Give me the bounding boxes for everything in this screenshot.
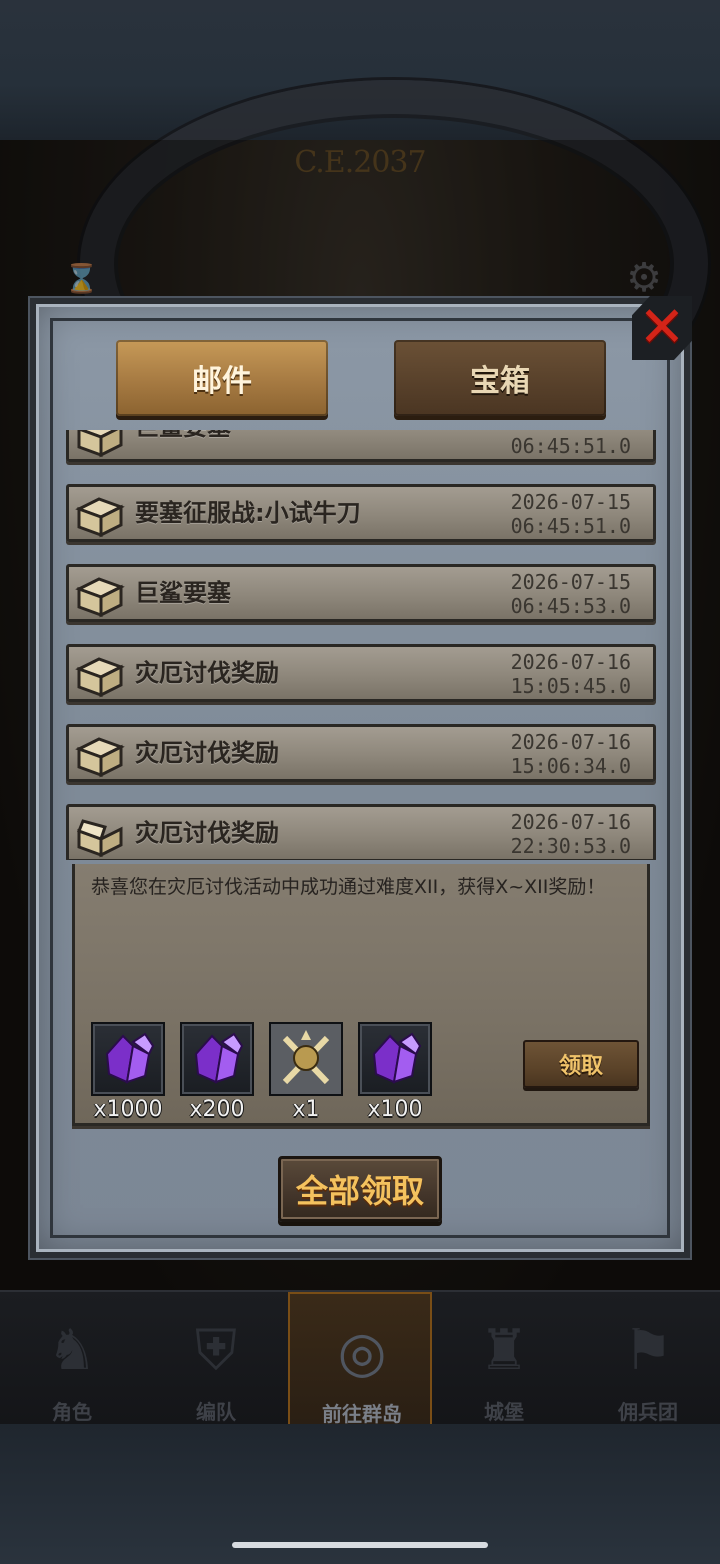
close-icon: ✕ xyxy=(638,295,686,360)
nav-label: 角色 xyxy=(52,1400,92,1424)
reward-count: x1 xyxy=(292,1097,320,1122)
claim-button[interactable]: 领取 xyxy=(523,1040,639,1088)
nav-item-castle[interactable]: ♜ 城堡 xyxy=(432,1292,576,1426)
open-chest-icon xyxy=(77,819,123,858)
reward-frame xyxy=(269,1022,343,1096)
reward-item[interactable]: x1000 xyxy=(91,1022,165,1122)
mail-time: 15:05:45.0 xyxy=(510,674,631,698)
purple-crystal-icon xyxy=(105,1032,155,1084)
ship-icon: ⚑ xyxy=(622,1318,674,1383)
reward-count: x1000 xyxy=(93,1097,163,1122)
reward-frame xyxy=(180,1022,254,1096)
mail-list[interactable]: 巨鲨要塞 06:45:51.0 要塞征服战:小试牛刀 2026-07-15 06… xyxy=(66,430,656,860)
mail-time: 06:45:51.0 xyxy=(510,514,631,538)
nav-label: 佣兵团 xyxy=(618,1400,678,1424)
tab-mail[interactable]: 邮件 xyxy=(116,340,328,416)
bottom-nav: ♞ 角色 ⛨ 编队 ◎ 前往群岛 ♜ 城堡 ⚑ 佣兵团 xyxy=(0,1290,720,1426)
mail-title: 要塞征服战:小试牛刀 xyxy=(135,499,361,527)
mail-title: 巨鲨要塞 xyxy=(135,430,231,453)
chest-icon xyxy=(77,430,123,458)
mail-date: 2026-07-15 xyxy=(510,490,631,514)
reward-item[interactable]: x1 xyxy=(269,1022,343,1122)
nav-label: 编队 xyxy=(196,1400,236,1424)
mail-item[interactable]: 巨鲨要塞 2026-07-15 06:45:53.0 xyxy=(66,564,656,622)
mail-date: 2026-07-16 xyxy=(510,810,631,834)
close-button[interactable]: ✕ xyxy=(632,296,692,360)
nav-label: 前往群岛 xyxy=(322,1402,402,1426)
nav-item-character[interactable]: ♞ 角色 xyxy=(0,1292,144,1426)
crossed-swords-emblem-icon xyxy=(271,1024,341,1094)
mail-time: 06:45:51.0 xyxy=(510,434,631,458)
mail-body: 恭喜您在灾厄讨伐活动中成功通过难度XII，获得X~XII奖励！ x1000 x2… xyxy=(72,864,650,1126)
nav-item-islands[interactable]: ◎ 前往群岛 xyxy=(288,1292,432,1426)
mail-item[interactable]: 灾厄讨伐奖励 2026-07-16 15:06:34.0 xyxy=(66,724,656,782)
chest-icon xyxy=(75,577,125,618)
castle-icon: ♜ xyxy=(478,1318,530,1383)
reward-frame xyxy=(91,1022,165,1096)
helmet-icon: ⛨ xyxy=(195,1318,237,1383)
mail-message: 恭喜您在灾厄讨伐活动中成功通过难度XII，获得X~XII奖励！ xyxy=(91,876,606,898)
mail-time: 06:45:53.0 xyxy=(510,594,631,618)
reward-item[interactable]: x200 xyxy=(180,1022,254,1122)
mail-item[interactable]: 巨鲨要塞 06:45:51.0 xyxy=(66,430,656,462)
claim-all-button[interactable]: 全部领取 xyxy=(278,1156,442,1222)
mail-date: 2026-07-16 xyxy=(510,650,631,674)
compass-icon: ◎ xyxy=(337,1320,387,1385)
reward-count: x100 xyxy=(367,1097,423,1122)
mail-title: 灾厄讨伐奖励 xyxy=(135,819,279,847)
knight-icon: ♞ xyxy=(46,1318,98,1383)
purple-crystal-icon xyxy=(372,1032,422,1084)
nav-item-formation[interactable]: ⛨ 编队 xyxy=(144,1292,288,1426)
mail-item[interactable]: 灾厄讨伐奖励 2026-07-16 15:05:45.0 xyxy=(66,644,656,702)
reward-item[interactable]: x100 xyxy=(358,1022,432,1122)
mail-title: 灾厄讨伐奖励 xyxy=(135,659,279,687)
mail-date: 2026-07-16 xyxy=(510,730,631,754)
chest-icon xyxy=(75,657,125,698)
mail-time: 15:06:34.0 xyxy=(510,754,631,778)
tab-chest[interactable]: 宝箱 xyxy=(394,340,606,416)
purple-crystal-icon xyxy=(194,1032,244,1084)
mail-date: 2026-07-15 xyxy=(510,570,631,594)
mail-item-expanded[interactable]: 灾厄讨伐奖励 2026-07-16 22:30:53.0 xyxy=(66,804,656,860)
nav-item-mercenary[interactable]: ⚑ 佣兵团 xyxy=(576,1292,720,1426)
mail-title: 灾厄讨伐奖励 xyxy=(135,739,279,767)
mail-title: 巨鲨要塞 xyxy=(135,579,231,607)
home-indicator[interactable] xyxy=(232,1542,488,1548)
reward-count: x200 xyxy=(189,1097,245,1122)
reward-frame xyxy=(358,1022,432,1096)
nav-label: 城堡 xyxy=(484,1400,524,1424)
chest-icon xyxy=(75,497,125,538)
chest-icon xyxy=(75,737,125,778)
mail-time: 22:30:53.0 xyxy=(510,834,631,858)
mail-item[interactable]: 要塞征服战:小试牛刀 2026-07-15 06:45:51.0 xyxy=(66,484,656,542)
